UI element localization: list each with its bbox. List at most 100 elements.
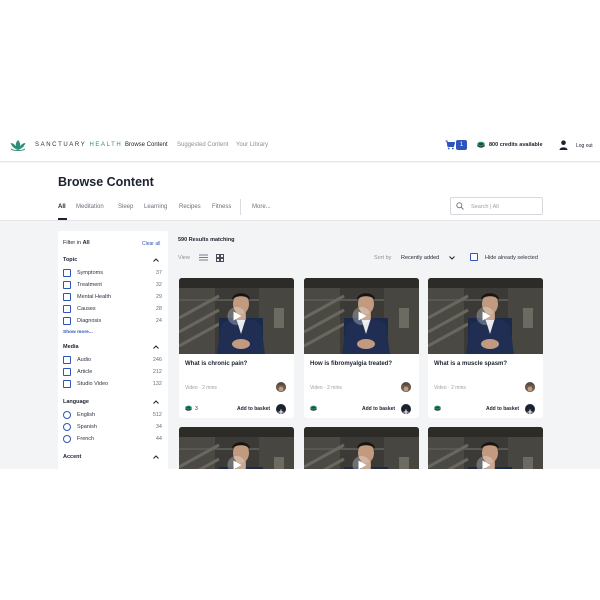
content-card[interactable]: How is fibromyalgia treated? Video · 2 m…	[304, 278, 419, 418]
play-icon[interactable]	[476, 456, 494, 469]
page-header: Browse Content All Meditation Sleep Lear…	[0, 163, 600, 221]
logout-link[interactable]: Log out	[576, 143, 593, 149]
tab-sleep[interactable]: Sleep	[118, 204, 133, 210]
nav-link-your-library[interactable]: Your Library	[236, 142, 268, 148]
content-card[interactable]	[428, 427, 543, 469]
card-title[interactable]: How is fibromyalgia treated?	[310, 361, 392, 367]
play-icon[interactable]	[227, 307, 245, 325]
video-thumbnail[interactable]	[304, 427, 419, 469]
filter-scope-label: Filter in All	[63, 240, 90, 246]
filter-option-count: 34	[155, 424, 162, 430]
chevron-down-icon[interactable]	[449, 256, 455, 260]
clear-all-link[interactable]: Clear all	[142, 241, 160, 247]
video-thumbnail[interactable]	[428, 427, 543, 469]
user-icon[interactable]	[559, 140, 568, 150]
add-to-basket-plus-icon[interactable]	[401, 404, 411, 415]
checkbox[interactable]	[63, 269, 71, 277]
filter-option-count: 32	[155, 282, 162, 288]
author-avatar	[525, 382, 535, 392]
video-thumbnail[interactable]	[179, 427, 294, 469]
card-meta: Video · 2 mins	[434, 385, 466, 391]
content-card[interactable]	[179, 427, 294, 469]
show-more-link[interactable]: Show more...	[63, 330, 93, 335]
checkbox[interactable]	[63, 368, 71, 376]
checkbox[interactable]	[63, 317, 71, 325]
add-to-basket-plus-icon[interactable]	[276, 404, 286, 415]
nav-link-browse-content[interactable]: Browse Content	[125, 142, 168, 148]
radio-button[interactable]	[63, 423, 71, 431]
filter-option-mental-health[interactable]: Mental Health 29	[63, 293, 162, 302]
chevron-up-icon[interactable]	[153, 400, 159, 404]
filter-option-studio-video[interactable]: Studio Video 132	[63, 380, 162, 389]
video-thumbnail[interactable]	[428, 278, 543, 354]
section-title-accent[interactable]: Accent	[63, 454, 81, 460]
card-credit-cost: 3	[195, 406, 198, 412]
tab-more[interactable]: More...	[252, 204, 271, 210]
play-icon[interactable]	[476, 307, 494, 325]
checkbox[interactable]	[63, 293, 71, 301]
filter-option-article[interactable]: Article 212	[63, 368, 162, 377]
checkbox[interactable]	[63, 305, 71, 313]
filter-prefix: Filter in	[63, 240, 82, 246]
add-to-basket-button[interactable]: Add to basket	[237, 406, 270, 412]
play-icon[interactable]	[352, 307, 370, 325]
add-to-basket-button[interactable]: Add to basket	[486, 406, 519, 412]
filter-option-spanish[interactable]: Spanish 34	[63, 423, 162, 432]
lotus-logo-icon[interactable]	[10, 139, 26, 153]
nav-link-suggested-content[interactable]: Suggested Content	[177, 142, 228, 148]
filter-option-symptoms[interactable]: Symptoms 37	[63, 269, 162, 278]
checkbox[interactable]	[63, 281, 71, 289]
card-title[interactable]: What is chronic pain?	[185, 361, 247, 367]
filter-option-causes[interactable]: Causes 28	[63, 305, 162, 314]
list-view-icon[interactable]	[199, 254, 208, 261]
credits-coin-icon	[310, 405, 317, 411]
checkbox[interactable]	[63, 356, 71, 364]
section-title-topic[interactable]: Topic	[63, 257, 77, 263]
add-to-basket-plus-icon[interactable]	[525, 404, 535, 415]
checkbox[interactable]	[63, 380, 71, 388]
filter-option-audio[interactable]: Audio 246	[63, 356, 162, 365]
credits-coin-icon	[434, 405, 441, 411]
hide-selected-checkbox[interactable]	[470, 253, 478, 261]
content-card[interactable]: What is a muscle spasm? Video · 2 mins A…	[428, 278, 543, 418]
filter-option-count: 212	[152, 369, 162, 375]
filter-option-french[interactable]: French 44	[63, 435, 162, 444]
tab-meditation[interactable]: Meditation	[76, 204, 104, 210]
chevron-up-icon[interactable]	[153, 345, 159, 349]
search-input[interactable]	[471, 201, 539, 212]
section-title-language[interactable]: Language	[63, 399, 89, 405]
brand-name-left: SANCTUARY	[35, 142, 87, 148]
radio-button[interactable]	[63, 435, 71, 443]
hide-selected-label[interactable]: Hide already selected	[485, 255, 538, 261]
chevron-up-icon[interactable]	[153, 455, 159, 459]
sort-dropdown[interactable]: Recently added	[401, 255, 439, 261]
cart-count-badge[interactable]: 1	[456, 140, 467, 150]
tab-learning[interactable]: Learning	[144, 204, 167, 210]
radio-button[interactable]	[63, 411, 71, 419]
sort-label: Sort by	[374, 255, 392, 261]
chevron-up-icon[interactable]	[153, 258, 159, 262]
filter-option-treatment[interactable]: Treatment 32	[63, 281, 162, 290]
cart-icon[interactable]	[445, 140, 455, 150]
content-card[interactable]: What is chronic pain? Video · 2 mins 3 A…	[179, 278, 294, 418]
grid-view-icon[interactable]	[216, 254, 224, 262]
filter-option-english[interactable]: English 512	[63, 411, 162, 420]
tab-fitness[interactable]: Fitness	[212, 204, 231, 210]
credits-coin-icon	[185, 405, 192, 411]
filter-option-count: 24	[155, 318, 162, 324]
brand-name[interactable]: SANCTUARY HEALTH	[35, 142, 122, 148]
content-card[interactable]	[304, 427, 419, 469]
filter-option-label: Spanish	[77, 424, 97, 430]
section-title-media[interactable]: Media	[63, 344, 79, 350]
video-thumbnail[interactable]	[179, 278, 294, 354]
video-thumbnail[interactable]	[304, 278, 419, 354]
tab-all[interactable]: All	[58, 204, 66, 210]
tab-recipes[interactable]: Recipes	[179, 204, 201, 210]
card-title[interactable]: What is a muscle spasm?	[434, 361, 507, 367]
play-icon[interactable]	[227, 456, 245, 469]
filter-option-count: 37	[155, 270, 162, 276]
play-icon[interactable]	[352, 456, 370, 469]
filter-option-diagnosis[interactable]: Diagnosis 24	[63, 317, 162, 326]
add-to-basket-button[interactable]: Add to basket	[362, 406, 395, 412]
search-box[interactable]	[450, 197, 543, 215]
